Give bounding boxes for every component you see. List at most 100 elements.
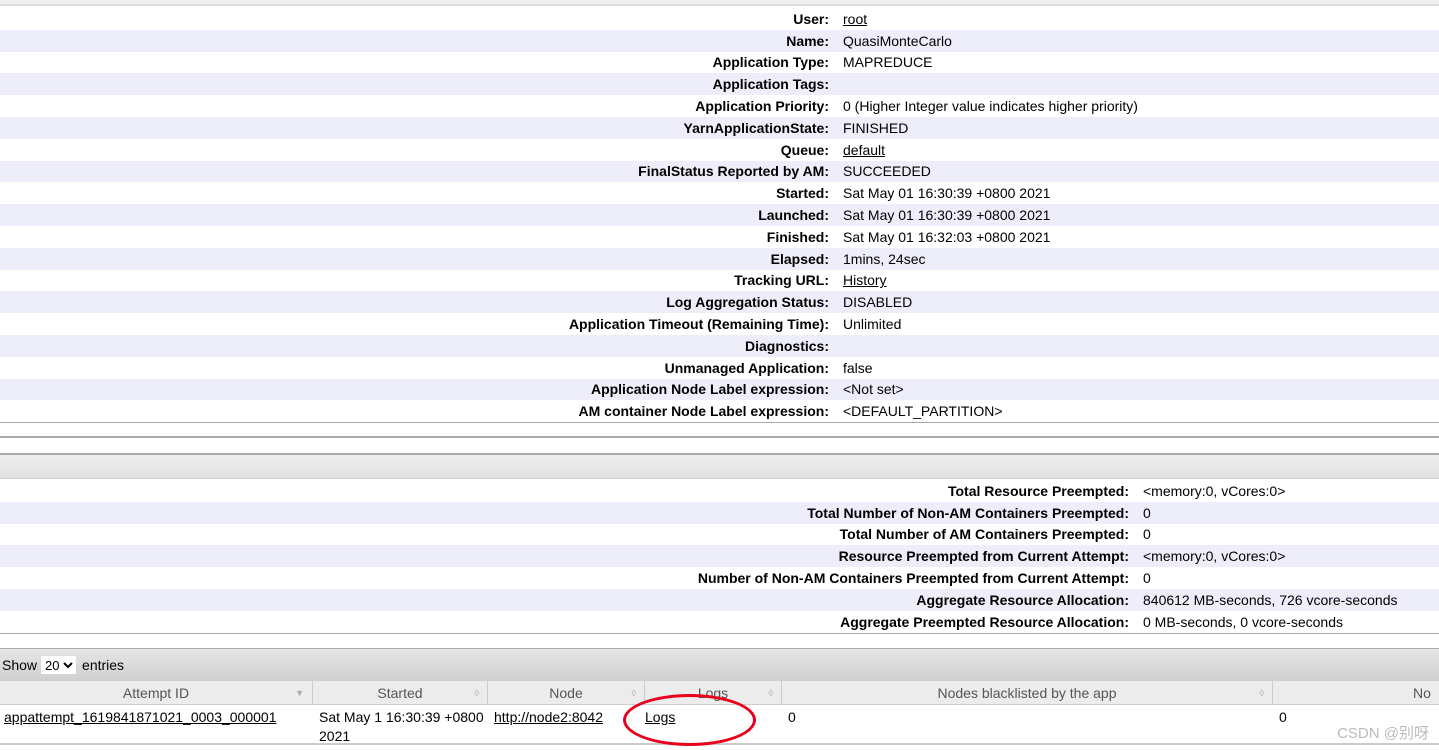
sort-icon: ◊ bbox=[474, 688, 479, 698]
started-cell: Sat May 1 16:30:39 +0800 2021 bbox=[319, 709, 484, 744]
info-row: Total Number of Non-AM Containers Preemp… bbox=[0, 501, 1439, 524]
info-row: Aggregate Resource Allocation: 840612 MB-… bbox=[0, 588, 1439, 611]
info-label: Finished: bbox=[766, 228, 829, 245]
info-value: DISABLED bbox=[843, 294, 913, 311]
info-row: Finished: Sat May 01 16:32:03 +0800 2021 bbox=[0, 226, 1439, 248]
info-row: User: root bbox=[0, 8, 1439, 30]
info-row: FinalStatus Reported by AM: SUCCEEDED bbox=[0, 160, 1439, 183]
info-value-link[interactable]: History bbox=[843, 272, 887, 288]
top-divider bbox=[0, 0, 1439, 6]
info-value: FINISHED bbox=[843, 119, 909, 136]
info-value: 840612 MB-seconds, 726 vcore-seconds bbox=[1143, 591, 1398, 608]
column-nodes-blacklisted-app[interactable]: Nodes blacklisted by the app ◊ bbox=[782, 681, 1273, 704]
attempt-id-link[interactable]: appattempt_1619841871021_0003_000001 bbox=[4, 709, 277, 725]
info-value: QuasiMonteCarlo bbox=[843, 32, 952, 49]
info-value-link[interactable]: default bbox=[843, 142, 885, 158]
info-value: false bbox=[843, 359, 873, 376]
info-row: AM container Node Label expression: <DEFA… bbox=[0, 400, 1439, 422]
sort-desc-icon: ▼ bbox=[295, 688, 304, 698]
info-row: Application Type: MAPREDUCE bbox=[0, 52, 1439, 74]
node-link[interactable]: http://node2:8042 bbox=[494, 709, 603, 725]
info-value: <memory:0, vCores:0> bbox=[1143, 548, 1286, 565]
info-label: Total Number of Non-AM Containers Preemp… bbox=[807, 504, 1129, 521]
info-row: YarnApplicationState: FINISHED bbox=[0, 116, 1439, 139]
column-attempt-id[interactable]: Attempt ID ▼ bbox=[0, 681, 313, 704]
info-value: 0 bbox=[1143, 570, 1151, 587]
info-value: SUCCEEDED bbox=[843, 163, 931, 180]
entries-label: entries bbox=[82, 657, 125, 673]
sort-icon: ◊ bbox=[631, 688, 636, 698]
info-label: Resource Preempted from Current Attempt: bbox=[838, 548, 1129, 565]
entries-per-page-select[interactable]: 20 bbox=[41, 656, 77, 674]
annotation-circle bbox=[623, 694, 756, 746]
info-row: Log Aggregation Status: DISABLED bbox=[0, 291, 1439, 314]
info-value: Unlimited bbox=[843, 316, 902, 333]
info-row: Queue: default bbox=[0, 139, 1439, 161]
info-row: Resource Preempted from Current Attempt:… bbox=[0, 545, 1439, 568]
info-row: Number of Non-AM Containers Preempted fr… bbox=[0, 567, 1439, 589]
info-row: Total Resource Preempted: <memory:0, vCor… bbox=[0, 480, 1439, 502]
column-started[interactable]: Started ◊ bbox=[313, 681, 488, 704]
info-row: Application Node Label expression: <Not s… bbox=[0, 378, 1439, 401]
section-header-bar bbox=[0, 453, 1439, 479]
info-label: User: bbox=[793, 10, 829, 27]
table-length-control: Show 20 entries bbox=[0, 648, 1439, 681]
info-value: 1mins, 24sec bbox=[843, 250, 926, 267]
info-row: Tracking URL: History bbox=[0, 270, 1439, 292]
info-value-link[interactable]: root bbox=[843, 11, 867, 27]
info-label: Aggregate Preempted Resource Allocation: bbox=[840, 613, 1129, 630]
info-row: Diagnostics: bbox=[0, 334, 1439, 357]
info-value: MAPREDUCE bbox=[843, 54, 933, 71]
watermark: CSDN @别呀 bbox=[1337, 725, 1429, 742]
column-node[interactable]: Node ◊ bbox=[488, 681, 645, 704]
info-value: 0 bbox=[1143, 504, 1151, 521]
info-label: FinalStatus Reported by AM: bbox=[638, 163, 829, 180]
sort-icon: ◊ bbox=[768, 688, 773, 698]
info-label: Diagnostics: bbox=[744, 337, 829, 354]
show-label: Show bbox=[2, 657, 38, 673]
info-label: Log Aggregation Status: bbox=[666, 294, 829, 311]
info-value: <DEFAULT_PARTITION> bbox=[843, 403, 1003, 420]
info-row: Started: Sat May 01 16:30:39 +0800 2021 bbox=[0, 182, 1439, 204]
info-row: Aggregate Preempted Resource Allocation:… bbox=[0, 611, 1439, 633]
info-label: Queue: bbox=[780, 141, 829, 158]
info-row: Unmanaged Application: false bbox=[0, 357, 1439, 379]
info-value: Sat May 01 16:30:39 +0800 2021 bbox=[843, 185, 1051, 202]
info-row: Name: QuasiMonteCarlo bbox=[0, 29, 1439, 52]
info-label: Unmanaged Application: bbox=[664, 359, 829, 376]
info-label: Elapsed: bbox=[770, 250, 829, 267]
info-label: Application Priority: bbox=[695, 98, 829, 115]
info-row: Application Priority: 0 (Higher Integer v… bbox=[0, 95, 1439, 117]
info-value: Sat May 01 16:30:39 +0800 2021 bbox=[843, 207, 1051, 224]
info-label: Tracking URL: bbox=[734, 272, 829, 289]
info-value: <Not set> bbox=[843, 381, 904, 398]
blacklisted-app-cell: 0 bbox=[788, 709, 796, 725]
info-label: Application Type: bbox=[712, 54, 829, 71]
info-row: Launched: Sat May 01 16:30:39 +0800 2021 bbox=[0, 204, 1439, 226]
info-row: Application Timeout (Remaining Time): Unl… bbox=[0, 313, 1439, 335]
divider bbox=[0, 436, 1439, 438]
application-metrics-table: Total Resource Preempted: <memory:0, vCor… bbox=[0, 480, 1439, 634]
info-label: YarnApplicationState: bbox=[683, 119, 829, 136]
info-label: Application Tags: bbox=[712, 76, 829, 93]
info-row: Total Number of AM Containers Preempted:… bbox=[0, 524, 1439, 546]
info-label: Number of Non-AM Containers Preempted fr… bbox=[697, 570, 1129, 587]
info-label: Launched: bbox=[758, 207, 829, 224]
info-label: Total Resource Preempted: bbox=[947, 482, 1129, 499]
info-label: Name: bbox=[786, 32, 829, 49]
column-nodes-blacklisted-system[interactable]: No bbox=[1273, 681, 1439, 704]
info-value: 0 MB-seconds, 0 vcore-seconds bbox=[1143, 613, 1343, 630]
info-label: Application Node Label expression: bbox=[590, 381, 829, 398]
info-row: Application Tags: bbox=[0, 73, 1439, 96]
info-row: Elapsed: 1mins, 24sec bbox=[0, 247, 1439, 270]
info-label: AM container Node Label expression: bbox=[578, 403, 830, 420]
info-label: Total Number of AM Containers Preempted: bbox=[839, 526, 1129, 543]
info-value: Sat May 01 16:32:03 +0800 2021 bbox=[843, 228, 1051, 245]
info-value: 0 bbox=[1143, 526, 1151, 543]
sort-icon: ◊ bbox=[1259, 688, 1264, 698]
info-value: <memory:0, vCores:0> bbox=[1143, 482, 1286, 499]
info-value: 0 (Higher Integer value indicates higher… bbox=[843, 98, 1138, 115]
info-label: Started: bbox=[776, 185, 829, 202]
application-overview-table: User: root Name: QuasiMonteCarlo Application… bbox=[0, 8, 1439, 424]
info-label: Application Timeout (Remaining Time): bbox=[568, 316, 829, 333]
